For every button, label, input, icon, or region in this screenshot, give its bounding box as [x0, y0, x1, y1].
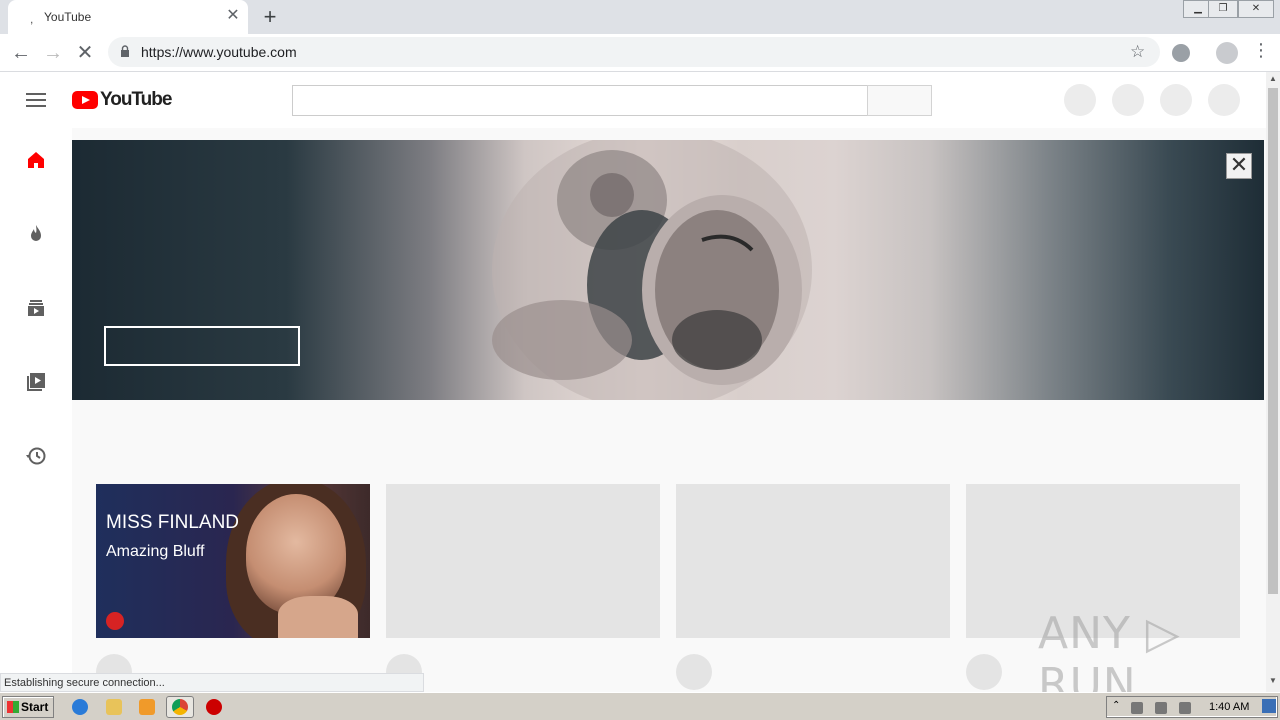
extension-icon[interactable]: [1172, 44, 1190, 62]
show-desktop-icon[interactable]: [1262, 699, 1276, 713]
scrollbar-thumb[interactable]: [1268, 88, 1278, 594]
video-thumbnail[interactable]: MISS FINLAND Amazing Bluff: [96, 484, 370, 638]
search-input[interactable]: [292, 85, 868, 116]
subscriptions-icon[interactable]: [24, 296, 48, 320]
channel-avatar[interactable]: [676, 654, 712, 690]
trending-icon[interactable]: [24, 222, 48, 246]
close-window-button[interactable]: ✕: [1238, 0, 1274, 18]
windows-logo-icon: [7, 701, 19, 713]
youtube-logo-text[interactable]: YouTube: [100, 89, 172, 111]
pokerstars-logo-icon: [106, 612, 124, 630]
banner-artwork-image: [492, 140, 812, 400]
status-bubble: Establishing secure connection...: [0, 673, 424, 692]
search-button[interactable]: [867, 85, 932, 116]
hamburger-menu-icon[interactable]: [26, 93, 46, 107]
yt-masthead: YouTube: [0, 72, 1266, 128]
address-bar[interactable]: https://www.youtube.com ☆: [108, 37, 1160, 67]
settings-icon[interactable]: [1160, 84, 1192, 116]
home-icon[interactable]: [24, 148, 48, 172]
start-label: Start: [21, 700, 49, 714]
promo-banner: ✕: [72, 140, 1264, 400]
stop-loading-icon[interactable]: ✕: [72, 40, 98, 66]
tab-loading-icon: ,: [30, 12, 34, 26]
scroll-up-arrow-icon[interactable]: ▲: [1269, 74, 1277, 83]
banner-cta-button[interactable]: [104, 326, 300, 366]
video-thumbnail-placeholder[interactable]: [676, 484, 950, 638]
network-icon[interactable]: [1131, 702, 1143, 714]
url-text: https://www.youtube.com: [141, 44, 297, 60]
bookmark-star-icon[interactable]: ☆: [1130, 42, 1145, 62]
tab-title: YouTube: [44, 10, 92, 24]
youtube-page: YouTube ✕ MISS FINLAND Amazing Bluff: [0, 72, 1266, 692]
tab-youtube[interactable]: , YouTube ✕: [8, 0, 248, 34]
youtube-logo-icon[interactable]: [72, 91, 98, 109]
thumbnail-hand-image: [278, 596, 358, 638]
chrome-icon: [172, 699, 188, 715]
chrome-menu-icon[interactable]: ⋮: [1252, 40, 1270, 61]
apps-icon[interactable]: [1112, 84, 1144, 116]
internet-explorer-icon[interactable]: [72, 699, 88, 715]
action-center-flag-icon[interactable]: [1179, 702, 1191, 714]
forward-arrow-icon[interactable]: →: [40, 40, 66, 66]
browser-toolbar: ← → ✕ https://www.youtube.com ☆ ⋮: [0, 34, 1280, 72]
video-thumbnail-placeholder[interactable]: [386, 484, 660, 638]
thumbnail-subtitle: Amazing Bluff: [106, 543, 205, 560]
channel-avatar[interactable]: [966, 654, 1002, 690]
create-icon[interactable]: [1064, 84, 1096, 116]
media-player-icon[interactable]: [139, 699, 155, 715]
lock-icon: [121, 45, 129, 57]
windows-taskbar: Start ⌃ 1:40 AM: [0, 692, 1280, 720]
show-hidden-icons-icon[interactable]: ⌃: [1112, 700, 1124, 712]
opera-icon[interactable]: [206, 699, 222, 715]
banner-close-icon[interactable]: ✕: [1226, 153, 1252, 179]
start-button[interactable]: Start: [2, 696, 54, 718]
new-tab-button[interactable]: +: [258, 4, 282, 30]
sign-in-icon[interactable]: [1208, 84, 1240, 116]
history-icon[interactable]: [24, 444, 48, 468]
thumbnail-title: MISS FINLAND: [106, 512, 240, 533]
yt-sidebar: [0, 128, 72, 692]
back-arrow-icon[interactable]: ←: [8, 40, 34, 66]
profile-avatar-icon[interactable]: [1216, 42, 1238, 64]
volume-icon[interactable]: [1155, 702, 1167, 714]
restore-button[interactable]: ❐: [1208, 0, 1238, 18]
system-tray: ⌃ 1:40 AM: [1106, 696, 1278, 718]
page-scrollbar[interactable]: ▲ ▼: [1266, 72, 1280, 692]
chrome-taskbar-button[interactable]: [166, 696, 194, 718]
library-icon[interactable]: [24, 370, 48, 394]
folder-icon[interactable]: [106, 699, 122, 715]
taskbar-clock[interactable]: 1:40 AM: [1209, 701, 1249, 713]
tab-close-icon[interactable]: ✕: [224, 6, 242, 26]
tab-strip: , YouTube ✕ + ▁ ❐ ✕: [0, 0, 1280, 34]
